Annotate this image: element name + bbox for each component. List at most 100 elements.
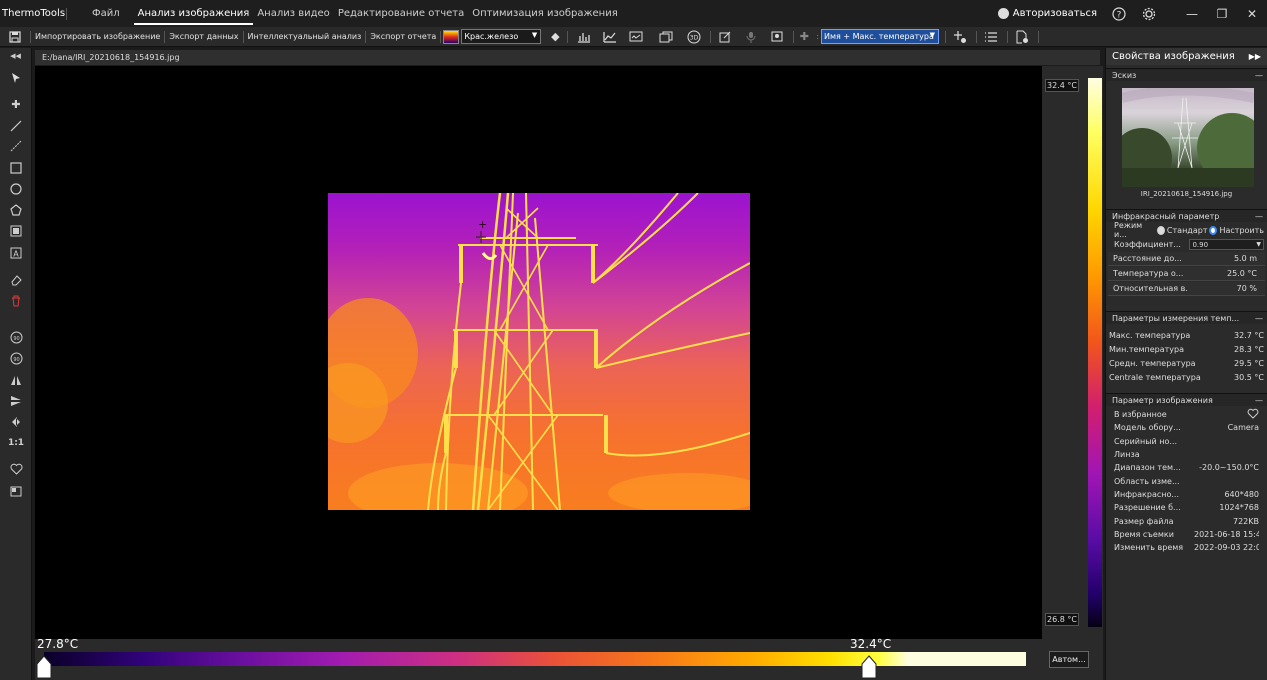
favorite-icon[interactable]: [8, 461, 24, 477]
polyline-tool-icon[interactable]: [8, 138, 24, 154]
add-point-icon[interactable]: [950, 27, 970, 47]
point-tool-icon[interactable]: ✚: [8, 96, 24, 112]
edit-icon[interactable]: [715, 27, 735, 47]
param-value: 2022-09-03 22:03:20: [1194, 543, 1259, 553]
left-toolbar: ◀◀ ✚ A 90 90 1:1: [0, 48, 32, 680]
import-image-button[interactable]: Импортировать изображение: [31, 27, 164, 47]
collapse-section-icon[interactable]: —: [1255, 210, 1263, 223]
temp-display-select[interactable]: Имя + Макс. температура ▼: [821, 29, 940, 44]
collapse-left-icon[interactable]: ◀◀: [0, 48, 31, 64]
file-settings-icon[interactable]: [1012, 27, 1032, 47]
palette-select[interactable]: Крас.железо ▼: [461, 29, 542, 44]
measure-section-title[interactable]: Параметры измерения темп... —: [1106, 311, 1267, 324]
menu-report-editing[interactable]: Редактирование отчета: [334, 0, 468, 27]
radio-standard[interactable]: [1157, 225, 1165, 235]
voice-note-icon[interactable]: [767, 27, 787, 47]
auto-range-button[interactable]: Автом...: [1049, 651, 1089, 668]
export-report-button[interactable]: Экспорт отчета: [366, 27, 440, 47]
svg-text:?: ?: [1117, 10, 1122, 20]
polygon-tool-icon[interactable]: [8, 202, 24, 218]
crosshair-icon[interactable]: ✚: [794, 27, 814, 47]
measure-row-min: Мин.температура 28.3 °C: [1106, 342, 1267, 356]
line-tool-icon[interactable]: [8, 118, 24, 134]
radio-custom[interactable]: [1209, 225, 1218, 235]
flip-vertical-icon[interactable]: [8, 393, 24, 409]
humidity-row[interactable]: Относительная в... 70 %: [1108, 282, 1265, 296]
emissivity-select[interactable]: 0.90 ▼: [1189, 238, 1264, 250]
favorite-heart-icon[interactable]: [1194, 408, 1259, 421]
select-arrow-icon[interactable]: [8, 70, 24, 86]
favorite-row[interactable]: В избранное: [1106, 408, 1267, 421]
user-avatar-icon: [997, 8, 1009, 19]
thermal-image[interactable]: +: [328, 193, 750, 510]
ambient-temp-value: 25.0 °C: [1227, 269, 1257, 278]
export-data-button[interactable]: Экспорт данных: [165, 27, 242, 47]
ambient-temp-row[interactable]: Температура о... 25.0 °C: [1108, 267, 1265, 281]
collapse-section-icon[interactable]: —: [1255, 69, 1263, 82]
distance-key: Расстояние до...: [1113, 254, 1182, 263]
mirror-icon[interactable]: [8, 414, 24, 430]
trend-window-icon[interactable]: [626, 27, 646, 47]
image-param-row: Инфракрасно... 640*480: [1106, 488, 1267, 501]
ir-mode-key: Режим и...: [1114, 221, 1143, 239]
collapse-right-icon[interactable]: ▶▶: [1249, 52, 1261, 61]
image-param-row: Размер файла 722KB: [1106, 514, 1267, 527]
svg-text:+: +: [478, 218, 487, 231]
list-settings-icon[interactable]: [981, 27, 1001, 47]
palette-options-icon[interactable]: ◆: [545, 27, 565, 47]
image-param-row: Область изме...: [1106, 474, 1267, 487]
image-param-row: Серийный но...: [1106, 435, 1267, 448]
param-value: 722KB: [1232, 516, 1259, 526]
maximize-button[interactable]: ❐: [1207, 0, 1237, 27]
measure-key: Мин.температура: [1109, 344, 1184, 354]
chevron-down-icon: ▼: [531, 31, 538, 39]
menu-file[interactable]: Файл: [88, 0, 124, 27]
measure-value: 32.7 °C: [1234, 330, 1264, 340]
file-tab[interactable]: E:/bana/IRI_20210618_154916.jpg: [35, 50, 1100, 65]
save-icon[interactable]: [0, 27, 30, 47]
menu-image-optimization[interactable]: Оптимизация изображения: [468, 0, 622, 27]
menu-image-analysis[interactable]: Анализ изображения: [133, 0, 254, 27]
thermal-image-scene: +: [328, 193, 750, 510]
menu-video-analysis[interactable]: Анализ видео: [253, 0, 333, 27]
flip-horizontal-icon[interactable]: [8, 372, 24, 388]
distance-row[interactable]: Расстояние до... 5.0 m: [1108, 252, 1265, 266]
histogram-icon[interactable]: [574, 27, 594, 47]
collapse-section-icon[interactable]: —: [1255, 312, 1263, 325]
microphone-icon[interactable]: [741, 27, 761, 47]
help-icon[interactable]: ?: [1111, 6, 1127, 22]
close-button[interactable]: ✕: [1237, 0, 1267, 27]
delete-icon[interactable]: [8, 293, 24, 309]
image-thumbnail[interactable]: [1122, 88, 1254, 187]
ir-section-title[interactable]: Инфракрасный параметр —: [1106, 209, 1267, 222]
copy-layers-icon[interactable]: [656, 27, 676, 47]
param-key: Область изме...: [1114, 476, 1180, 486]
collapse-section-icon[interactable]: —: [1255, 394, 1263, 407]
text-annotation-icon[interactable]: A: [8, 245, 24, 261]
range-high-handle[interactable]: [861, 655, 877, 679]
rotate-left-icon[interactable]: 90: [8, 329, 24, 345]
horizontal-color-scale[interactable]: [44, 652, 1026, 666]
range-low-handle[interactable]: [36, 655, 52, 679]
gear-icon[interactable]: [1141, 6, 1157, 22]
smart-analysis-button[interactable]: Интеллектуальный анализ: [244, 27, 366, 47]
vertical-color-scale[interactable]: [1088, 78, 1102, 627]
minimize-button[interactable]: —: [1177, 0, 1207, 27]
measure-row-avg: Средн. температура 29.5 °C: [1106, 356, 1267, 370]
palette-swatch[interactable]: [443, 29, 460, 44]
rotate-right-icon[interactable]: 90: [8, 350, 24, 366]
login-button[interactable]: Авторизоваться: [997, 8, 1097, 19]
actual-size-icon[interactable]: 1:1: [8, 435, 24, 451]
toolbar-separator: [945, 30, 947, 43]
image-canvas[interactable]: +: [35, 66, 1042, 639]
image-param-section-title[interactable]: Параметр изображения —: [1106, 393, 1267, 406]
sketch-section-title[interactable]: Эскиз —: [1106, 68, 1267, 81]
emissivity-row: Коэффициент... 0.90 ▼: [1106, 237, 1267, 251]
fullscreen-region-icon[interactable]: [8, 223, 24, 239]
eraser-icon[interactable]: [8, 272, 24, 288]
import-region-icon[interactable]: [8, 483, 24, 499]
3d-view-icon[interactable]: 3D: [684, 27, 704, 47]
line-chart-icon[interactable]: [600, 27, 620, 47]
rectangle-tool-icon[interactable]: [8, 160, 24, 176]
ellipse-tool-icon[interactable]: [8, 181, 24, 197]
